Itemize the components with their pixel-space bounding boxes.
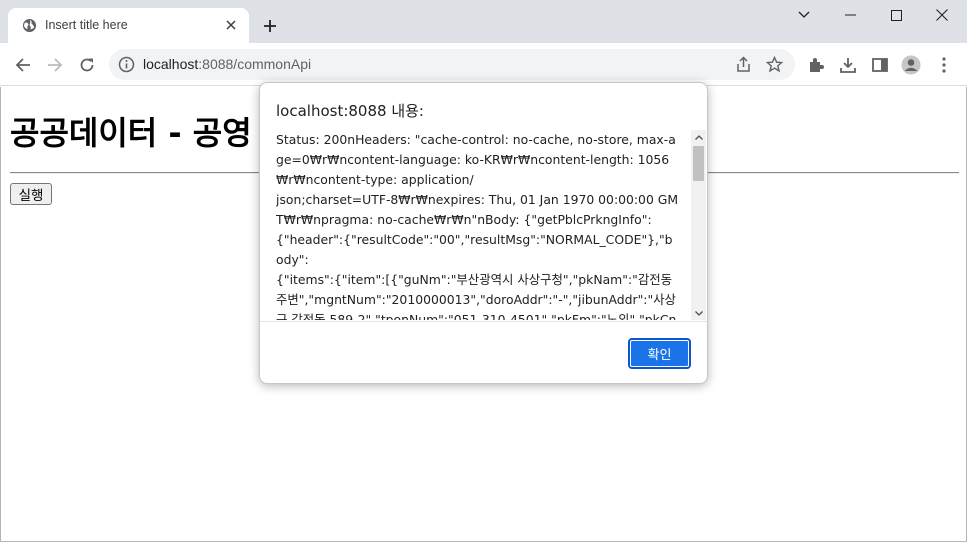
tab-strip: Insert title here (0, 0, 967, 43)
share-icon[interactable] (734, 55, 753, 74)
reload-icon[interactable] (73, 51, 101, 79)
profile-avatar-icon[interactable] (900, 54, 922, 76)
url-host: localhost (143, 56, 199, 72)
dialog-footer: 확인 (260, 321, 707, 383)
dialog-message: Status: 200nHeaders: "cache-control: no-… (276, 132, 679, 320)
dialog-scrollbar[interactable] (691, 130, 706, 320)
run-button[interactable]: 실행 (10, 183, 52, 205)
chevron-down-icon[interactable] (781, 0, 827, 30)
minimize-icon[interactable] (827, 0, 873, 30)
url-text[interactable]: localhost:8088/commonApi (143, 56, 311, 72)
side-panel-icon[interactable] (869, 54, 891, 76)
window-close-icon[interactable] (919, 0, 965, 30)
forward-arrow-icon[interactable] (41, 51, 69, 79)
address-bar[interactable]: localhost:8088/commonApi (109, 49, 795, 80)
scroll-up-arrow-icon[interactable] (691, 130, 706, 144)
tab-title: Insert title here (45, 18, 128, 32)
back-arrow-icon[interactable] (9, 51, 37, 79)
scrollbar-thumb[interactable] (693, 146, 704, 181)
dialog-title: localhost:8088 내용: (276, 102, 424, 120)
scroll-down-arrow-icon[interactable] (691, 306, 706, 320)
star-icon[interactable] (765, 55, 784, 74)
ok-button[interactable]: 확인 (628, 338, 691, 369)
maximize-icon[interactable] (873, 0, 919, 30)
more-vert-icon[interactable] (933, 54, 955, 76)
plus-icon[interactable] (259, 15, 281, 37)
page-title: 공공데이터 - 공영 (10, 114, 252, 152)
browser-toolbar: localhost:8088/commonApi (0, 43, 967, 86)
browser-tab[interactable]: Insert title here (8, 8, 249, 43)
puzzle-icon[interactable] (805, 54, 827, 76)
alert-dialog: localhost:8088 내용: Status: 200nHeaders: … (259, 82, 708, 384)
download-icon[interactable] (837, 54, 859, 76)
url-path: :8088/commonApi (198, 56, 312, 72)
info-icon[interactable] (118, 56, 135, 73)
globe-icon (22, 18, 37, 33)
close-icon[interactable] (222, 16, 240, 34)
